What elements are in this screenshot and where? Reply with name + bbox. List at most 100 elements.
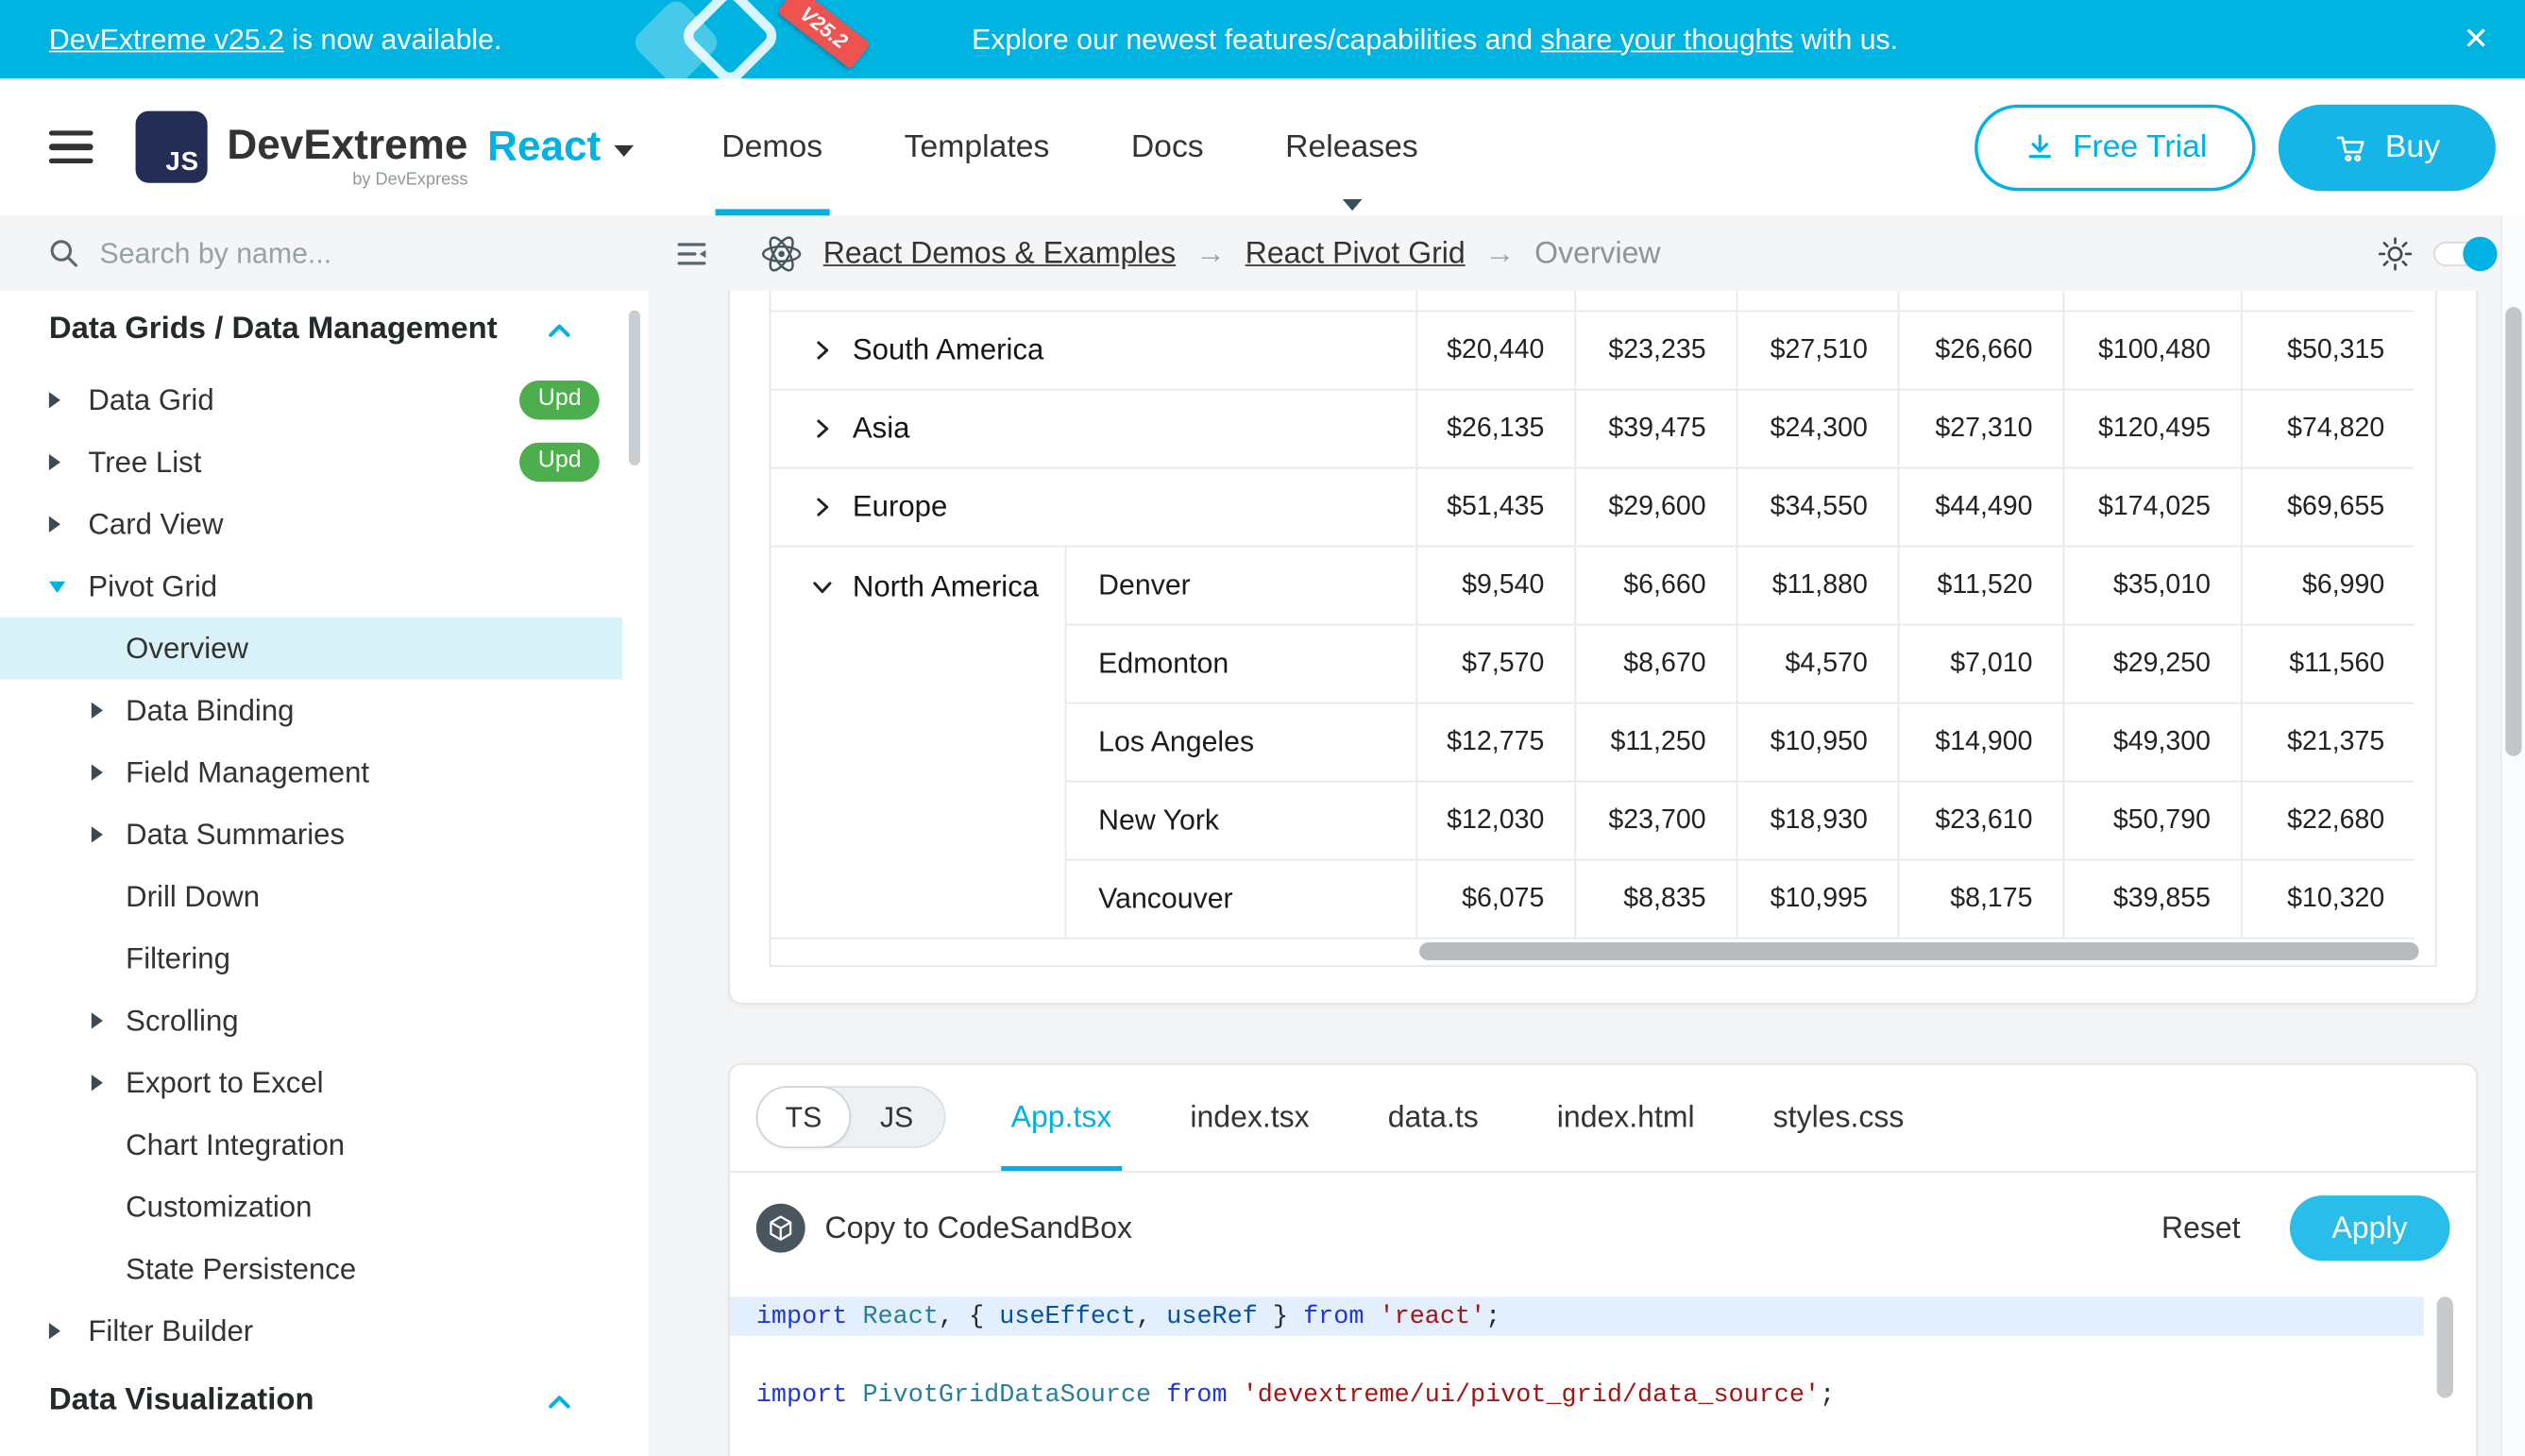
sidebar-item-state-persistence[interactable]: State Persistence (0, 1238, 649, 1300)
code-line-1: import React, { useEffect, useRef } from… (730, 1295, 2424, 1335)
pivot-cell: $51,435 (1416, 467, 1575, 546)
breadcrumb-arrow: → (1195, 235, 1226, 271)
pivot-row-header-north-america[interactable]: North America (771, 546, 1064, 938)
search-input[interactable] (100, 236, 541, 270)
pivot-cell: $34,550 (1737, 467, 1898, 546)
pivot-cell: $50,790 (2063, 781, 2242, 859)
sidebar-item-pivot-grid[interactable]: Pivot Grid (0, 555, 649, 618)
codesandbox-icon (756, 1203, 805, 1252)
share-thoughts-link[interactable]: share your thoughts (1541, 22, 1794, 56)
sidebar-item-data-grid[interactable]: Data Grid Upd (0, 369, 649, 432)
sub-bar: React Demos & Examples → React Pivot Gri… (0, 215, 2525, 291)
pivot-city-header: Vancouver (1065, 859, 1416, 938)
sidebar-item-data-binding[interactable]: Data Binding (0, 680, 649, 742)
sun-icon (2377, 234, 2415, 272)
sidebar-item-customization[interactable]: Customization (0, 1176, 649, 1238)
pivot-row-header[interactable]: Asia (771, 389, 1415, 467)
pivot-cell: $20,440 (1416, 311, 1575, 389)
chevron-up-icon (546, 316, 573, 344)
code-scrollbar-thumb[interactable] (2437, 1295, 2453, 1397)
pivot-horizontal-scrollbar-thumb[interactable] (1419, 941, 2419, 959)
hamburger-menu-icon[interactable] (49, 130, 93, 163)
nav-docs[interactable]: Docs (1125, 78, 1211, 215)
apply-button[interactable]: Apply (2289, 1194, 2449, 1260)
page-scrollbar-thumb[interactable] (2505, 307, 2521, 756)
pivot-cell: $8,670 (1574, 624, 1736, 703)
expand-chevron-right-icon (810, 494, 835, 518)
sidebar-item-tree-list[interactable]: Tree List Upd (0, 432, 649, 494)
close-icon[interactable]: ✕ (2463, 0, 2489, 78)
pivot-cell: $23,235 (1574, 311, 1736, 389)
pivot-cell: $44,490 (1898, 467, 2063, 546)
tab-app-tsx[interactable]: App.tsx (1005, 1063, 1119, 1171)
sidebar-item-chart-integration[interactable]: Chart Integration (0, 1114, 649, 1177)
brand-name: DevExtreme by DevExpress (227, 127, 467, 168)
sidebar-item-scrolling[interactable]: Scrolling (0, 990, 649, 1052)
code-viewer-header: TS JS App.tsx index.tsx data.ts index.ht… (730, 1064, 2476, 1172)
pivot-cell: $10,995 (1737, 859, 1898, 938)
pivot-cell: $35,010 (2063, 546, 2242, 624)
pivot-cell: $100,480 (2063, 311, 2242, 389)
pivot-cell: $10,320 (2241, 859, 2414, 938)
byline: by DevExpress (352, 172, 467, 189)
reset-button[interactable]: Reset (2161, 1210, 2241, 1245)
nav-templates[interactable]: Templates (898, 78, 1057, 215)
page-scrollbar[interactable] (2500, 215, 2525, 1456)
breadcrumb-demos-link[interactable]: React Demos & Examples (823, 235, 1176, 271)
sidebar-scrollbar-thumb[interactable] (629, 311, 640, 466)
sidebar-item-filtering[interactable]: Filtering (0, 927, 649, 990)
pivot-cell: $69,655 (2241, 467, 2414, 546)
pivot-grid-table: South America $20,440 $23,235 $27,510 $2… (771, 291, 2414, 939)
panel-collapse-icon[interactable] (673, 234, 711, 272)
breadcrumb-pivot-grid-link[interactable]: React Pivot Grid (1246, 235, 1466, 271)
sidebar-item-field-management[interactable]: Field Management (0, 741, 649, 804)
sidebar-item-export-to-excel[interactable]: Export to Excel (0, 1052, 649, 1114)
pivot-cell: $14,900 (1898, 703, 2063, 781)
pivot-cell: $11,880 (1737, 546, 1898, 624)
tab-data-ts[interactable]: data.ts (1381, 1063, 1485, 1171)
nav-releases[interactable]: Releases (1279, 78, 1424, 215)
chevron-right-icon (92, 764, 108, 780)
search-icon (49, 238, 80, 269)
pivot-cell: $23,700 (1574, 781, 1736, 859)
framework-selector[interactable]: React (487, 124, 601, 171)
sidebar-section-data-grids[interactable]: Data Grids / Data Management (0, 291, 649, 369)
pivot-row-asia: Asia $26,135 $39,475 $24,300 $27,310 $12… (771, 389, 2414, 467)
react-icon (759, 231, 804, 276)
pivot-horizontal-scrollbar (771, 939, 2434, 965)
devextreme-logo[interactable]: JS DevExtreme by DevExpress React (136, 111, 634, 183)
tab-index-tsx[interactable]: index.tsx (1183, 1063, 1315, 1171)
code-actions: Reset Apply (2161, 1194, 2449, 1260)
sidebar-item-card-view[interactable]: Card View (0, 493, 649, 555)
lang-toggle-js[interactable]: JS (849, 1088, 943, 1146)
free-trial-button[interactable]: Free Trial (1974, 104, 2256, 191)
pivot-cell: $4,570 (1737, 624, 1898, 703)
pivot-row-header[interactable]: South America (771, 311, 1415, 389)
pivot-row-north-america-denver: North America Denver $9,540 $6,660 $11,8… (771, 546, 2414, 624)
pivot-cell: $18,930 (1737, 781, 1898, 859)
chevron-right-icon (49, 454, 65, 470)
sidebar-section-data-visualization[interactable]: Data Visualization (0, 1363, 649, 1441)
nav-demos[interactable]: Demos (715, 78, 829, 215)
chevron-right-icon (92, 703, 108, 719)
code-line-3: import PivotGridDataSource from 'devextr… (730, 1374, 2476, 1414)
header-buttons: Free Trial Buy (1974, 104, 2496, 191)
lang-toggle-ts[interactable]: TS (756, 1086, 851, 1148)
breadcrumb-arrow: → (1484, 235, 1515, 271)
sidebar-item-overview[interactable]: Overview (0, 618, 622, 680)
pivot-row-header[interactable]: Europe (771, 467, 1415, 546)
chevron-down-icon (49, 581, 65, 592)
pivot-cell: $120,495 (2063, 389, 2242, 467)
theme-toggle[interactable] (2433, 241, 2496, 265)
sidebar-item-drill-down[interactable]: Drill Down (0, 866, 649, 928)
pivot-cell: $12,030 (1416, 781, 1575, 859)
buy-button[interactable]: Buy (2279, 104, 2496, 191)
code-editor[interactable]: import React, { useEffect, useRef } from… (730, 1283, 2476, 1456)
copy-to-codesandbox-button[interactable]: Copy to CodeSandBox (756, 1203, 1132, 1252)
tab-styles-css[interactable]: styles.css (1767, 1063, 1911, 1171)
tab-index-html[interactable]: index.html (1551, 1063, 1702, 1171)
sidebar-item-data-summaries[interactable]: Data Summaries (0, 804, 649, 866)
pivot-cell: $6,990 (2241, 546, 2414, 624)
sidebar-item-filter-builder[interactable]: Filter Builder (0, 1300, 649, 1363)
version-link[interactable]: DevExtreme v25.2 (49, 22, 284, 56)
